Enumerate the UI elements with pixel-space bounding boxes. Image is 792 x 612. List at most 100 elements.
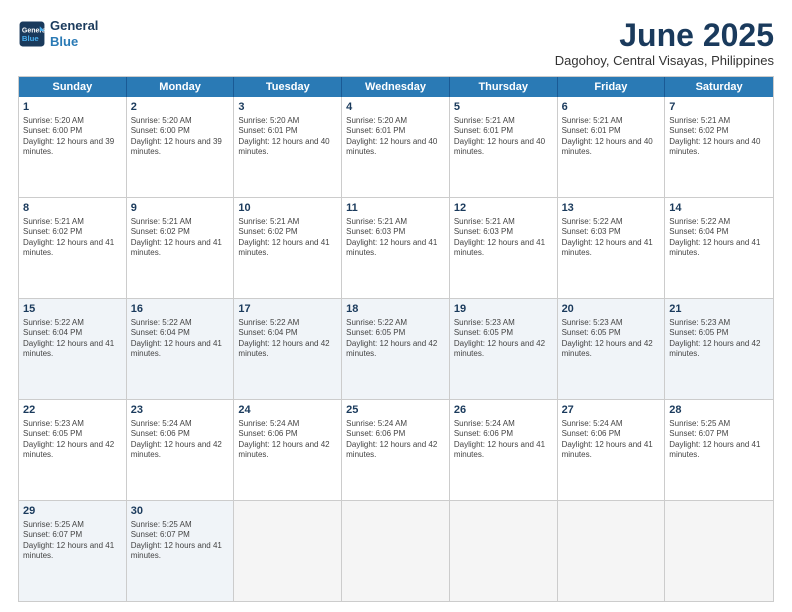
day-cell-7: 7Sunrise: 5:21 AM Sunset: 6:02 PM Daylig… [665,97,773,197]
day-number: 27 [562,403,661,418]
weekday-thursday: Thursday [450,77,558,97]
empty-cell [450,501,558,601]
day-cell-9: 9Sunrise: 5:21 AM Sunset: 6:02 PM Daylig… [127,198,235,298]
empty-cell [558,501,666,601]
page: General Blue General Blue June 2025 Dago… [0,0,792,612]
day-cell-19: 19Sunrise: 5:23 AM Sunset: 6:05 PM Dayli… [450,299,558,399]
day-cell-27: 27Sunrise: 5:24 AM Sunset: 6:06 PM Dayli… [558,400,666,500]
day-cell-20: 20Sunrise: 5:23 AM Sunset: 6:05 PM Dayli… [558,299,666,399]
day-number: 16 [131,302,230,317]
logo-line1: General [50,18,98,34]
day-cell-12: 12Sunrise: 5:21 AM Sunset: 6:03 PM Dayli… [450,198,558,298]
header: General Blue General Blue June 2025 Dago… [18,18,774,68]
day-number: 19 [454,302,553,317]
cell-info: Sunrise: 5:25 AM Sunset: 6:07 PM Dayligh… [23,520,122,562]
weekday-saturday: Saturday [665,77,773,97]
day-number: 24 [238,403,337,418]
cell-info: Sunrise: 5:20 AM Sunset: 6:01 PM Dayligh… [238,116,337,158]
day-number: 21 [669,302,769,317]
day-number: 3 [238,100,337,115]
calendar-row-3: 15Sunrise: 5:22 AM Sunset: 6:04 PM Dayli… [19,299,773,400]
cell-info: Sunrise: 5:20 AM Sunset: 6:01 PM Dayligh… [346,116,445,158]
day-number: 11 [346,201,445,216]
cell-info: Sunrise: 5:23 AM Sunset: 6:05 PM Dayligh… [562,318,661,360]
day-number: 12 [454,201,553,216]
cell-info: Sunrise: 5:22 AM Sunset: 6:03 PM Dayligh… [562,217,661,259]
cell-info: Sunrise: 5:21 AM Sunset: 6:01 PM Dayligh… [562,116,661,158]
day-number: 23 [131,403,230,418]
empty-cell [665,501,773,601]
day-cell-10: 10Sunrise: 5:21 AM Sunset: 6:02 PM Dayli… [234,198,342,298]
logo-icon: General Blue [18,20,46,48]
cell-info: Sunrise: 5:23 AM Sunset: 6:05 PM Dayligh… [454,318,553,360]
cell-info: Sunrise: 5:21 AM Sunset: 6:03 PM Dayligh… [346,217,445,259]
day-number: 14 [669,201,769,216]
day-cell-8: 8Sunrise: 5:21 AM Sunset: 6:02 PM Daylig… [19,198,127,298]
day-cell-13: 13Sunrise: 5:22 AM Sunset: 6:03 PM Dayli… [558,198,666,298]
day-cell-28: 28Sunrise: 5:25 AM Sunset: 6:07 PM Dayli… [665,400,773,500]
day-number: 18 [346,302,445,317]
location: Dagohoy, Central Visayas, Philippines [555,53,774,68]
cell-info: Sunrise: 5:22 AM Sunset: 6:04 PM Dayligh… [23,318,122,360]
cell-info: Sunrise: 5:24 AM Sunset: 6:06 PM Dayligh… [346,419,445,461]
day-cell-3: 3Sunrise: 5:20 AM Sunset: 6:01 PM Daylig… [234,97,342,197]
weekday-wednesday: Wednesday [342,77,450,97]
empty-cell [342,501,450,601]
day-cell-14: 14Sunrise: 5:22 AM Sunset: 6:04 PM Dayli… [665,198,773,298]
logo: General Blue General Blue [18,18,98,49]
cell-info: Sunrise: 5:22 AM Sunset: 6:04 PM Dayligh… [131,318,230,360]
cell-info: Sunrise: 5:25 AM Sunset: 6:07 PM Dayligh… [669,419,769,461]
day-number: 22 [23,403,122,418]
day-number: 4 [346,100,445,115]
cell-info: Sunrise: 5:20 AM Sunset: 6:00 PM Dayligh… [131,116,230,158]
calendar-header: Sunday Monday Tuesday Wednesday Thursday… [19,77,773,97]
day-cell-26: 26Sunrise: 5:24 AM Sunset: 6:06 PM Dayli… [450,400,558,500]
day-cell-24: 24Sunrise: 5:24 AM Sunset: 6:06 PM Dayli… [234,400,342,500]
cell-info: Sunrise: 5:22 AM Sunset: 6:04 PM Dayligh… [669,217,769,259]
calendar-row-2: 8Sunrise: 5:21 AM Sunset: 6:02 PM Daylig… [19,198,773,299]
day-cell-2: 2Sunrise: 5:20 AM Sunset: 6:00 PM Daylig… [127,97,235,197]
day-number: 6 [562,100,661,115]
day-number: 1 [23,100,122,115]
svg-text:Blue: Blue [22,34,40,43]
day-number: 29 [23,504,122,519]
day-number: 5 [454,100,553,115]
day-cell-11: 11Sunrise: 5:21 AM Sunset: 6:03 PM Dayli… [342,198,450,298]
weekday-friday: Friday [558,77,666,97]
day-number: 30 [131,504,230,519]
month-title: June 2025 [555,18,774,53]
day-cell-22: 22Sunrise: 5:23 AM Sunset: 6:05 PM Dayli… [19,400,127,500]
weekday-tuesday: Tuesday [234,77,342,97]
cell-info: Sunrise: 5:24 AM Sunset: 6:06 PM Dayligh… [238,419,337,461]
cell-info: Sunrise: 5:24 AM Sunset: 6:06 PM Dayligh… [562,419,661,461]
day-number: 9 [131,201,230,216]
day-number: 17 [238,302,337,317]
day-number: 7 [669,100,769,115]
day-number: 25 [346,403,445,418]
day-cell-21: 21Sunrise: 5:23 AM Sunset: 6:05 PM Dayli… [665,299,773,399]
cell-info: Sunrise: 5:23 AM Sunset: 6:05 PM Dayligh… [669,318,769,360]
weekday-sunday: Sunday [19,77,127,97]
calendar: Sunday Monday Tuesday Wednesday Thursday… [18,76,774,602]
day-cell-16: 16Sunrise: 5:22 AM Sunset: 6:04 PM Dayli… [127,299,235,399]
weekday-monday: Monday [127,77,235,97]
cell-info: Sunrise: 5:21 AM Sunset: 6:03 PM Dayligh… [454,217,553,259]
day-number: 13 [562,201,661,216]
day-cell-25: 25Sunrise: 5:24 AM Sunset: 6:06 PM Dayli… [342,400,450,500]
day-number: 20 [562,302,661,317]
day-cell-5: 5Sunrise: 5:21 AM Sunset: 6:01 PM Daylig… [450,97,558,197]
cell-info: Sunrise: 5:21 AM Sunset: 6:01 PM Dayligh… [454,116,553,158]
day-number: 26 [454,403,553,418]
cell-info: Sunrise: 5:22 AM Sunset: 6:05 PM Dayligh… [346,318,445,360]
logo-line2: Blue [50,34,98,50]
cell-info: Sunrise: 5:24 AM Sunset: 6:06 PM Dayligh… [454,419,553,461]
day-number: 8 [23,201,122,216]
day-cell-29: 29Sunrise: 5:25 AM Sunset: 6:07 PM Dayli… [19,501,127,601]
calendar-row-1: 1Sunrise: 5:20 AM Sunset: 6:00 PM Daylig… [19,97,773,198]
day-cell-18: 18Sunrise: 5:22 AM Sunset: 6:05 PM Dayli… [342,299,450,399]
title-block: June 2025 Dagohoy, Central Visayas, Phil… [555,18,774,68]
day-cell-17: 17Sunrise: 5:22 AM Sunset: 6:04 PM Dayli… [234,299,342,399]
calendar-row-5: 29Sunrise: 5:25 AM Sunset: 6:07 PM Dayli… [19,501,773,601]
cell-info: Sunrise: 5:20 AM Sunset: 6:00 PM Dayligh… [23,116,122,158]
logo-text: General Blue [50,18,98,49]
